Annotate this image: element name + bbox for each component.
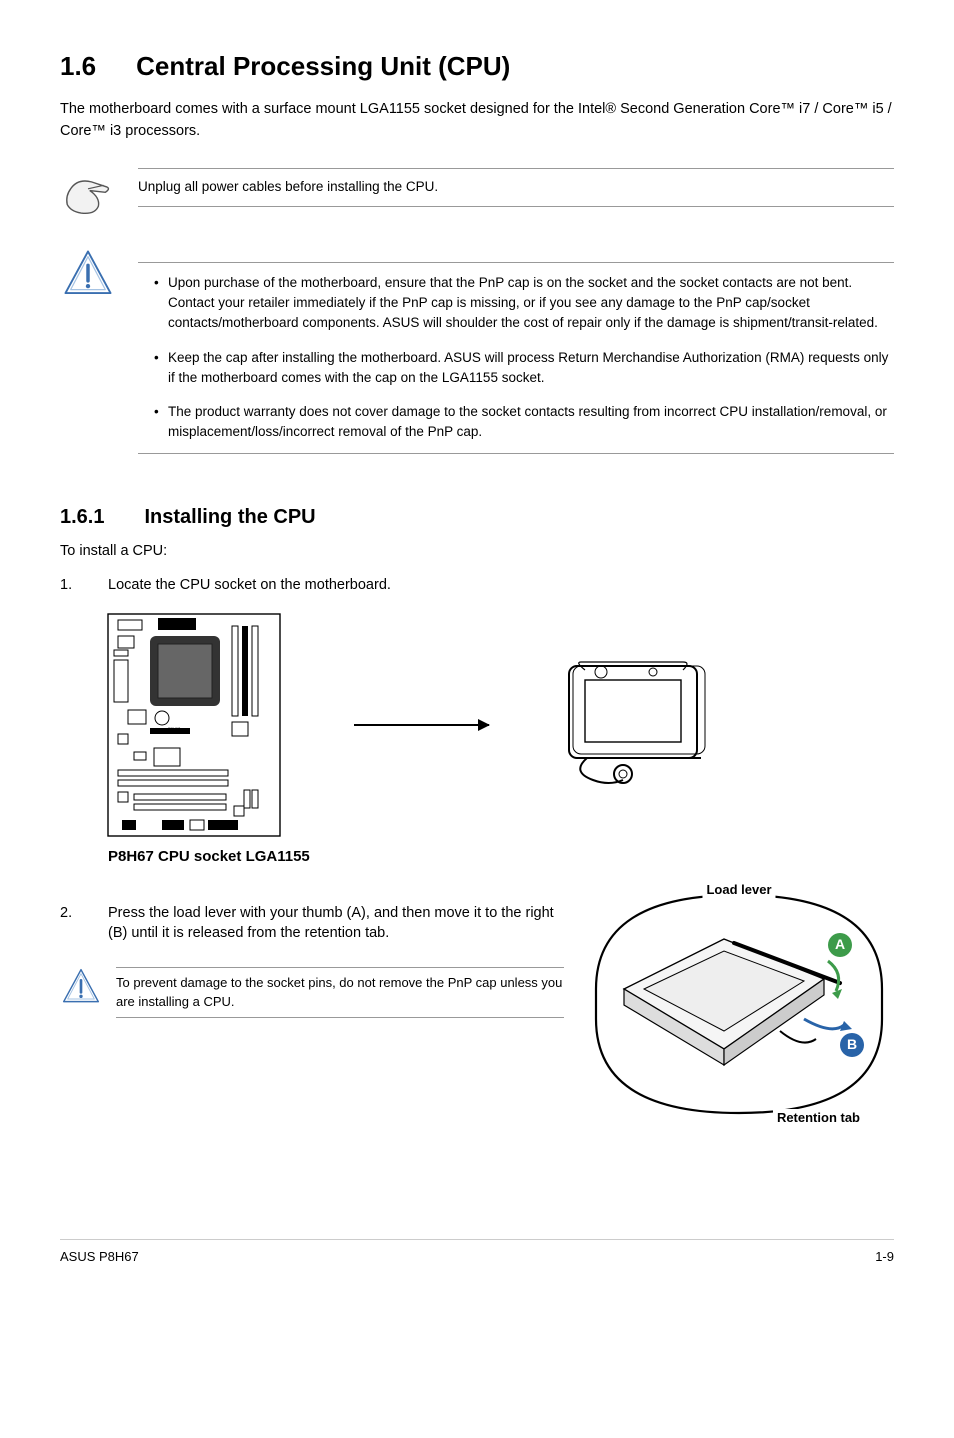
socket-zoom-icon (559, 660, 719, 790)
section-heading: 1.6 Central Processing Unit (CPU) (60, 48, 894, 84)
footer-right: 1-9 (875, 1248, 894, 1266)
badge-b: B (840, 1033, 864, 1057)
caution-item: The product warranty does not cover dama… (154, 402, 894, 443)
tip-text: Unplug all power cables before installin… (138, 168, 894, 206)
inline-caution-text: To prevent damage to the socket pins, do… (116, 967, 564, 1017)
motherboard-diagram-icon: P8H67 (104, 610, 284, 840)
caution-list: Upon purchase of the motherboard, ensure… (138, 262, 894, 454)
step-text: Press the load lever with your thumb (A)… (108, 903, 564, 944)
figure-caption: P8H67 CPU socket LGA1155 (108, 846, 894, 867)
subsection-heading: 1.6.1 Installing the CPU (60, 503, 894, 531)
caution-item: Upon purchase of the motherboard, ensure… (154, 273, 894, 334)
step-number: 1. (60, 575, 80, 595)
hand-icon (60, 168, 116, 220)
figure-socket: P8H67 (104, 610, 894, 867)
intro-paragraph: The motherboard comes with a surface mou… (60, 99, 894, 143)
arrow-icon (354, 724, 489, 726)
badge-a: A (828, 933, 852, 957)
section-title: Central Processing Unit (CPU) (136, 48, 510, 84)
section-number: 1.6 (60, 48, 96, 84)
retention-tab-label: Retention tab (773, 1109, 864, 1127)
footer-left: ASUS P8H67 (60, 1248, 139, 1266)
subsection-title: Installing the CPU (144, 503, 315, 531)
caution-icon (60, 967, 102, 1007)
caution-note: Upon purchase of the motherboard, ensure… (60, 248, 894, 467)
step-number: 2. (60, 903, 80, 944)
load-lever-label: Load lever (702, 881, 775, 899)
inline-caution: To prevent damage to the socket pins, do… (60, 967, 564, 1017)
load-lever-diagram-icon (604, 919, 864, 1089)
page-footer: ASUS P8H67 1-9 (60, 1239, 894, 1266)
step-2: 2. Press the load lever with your thumb … (60, 903, 564, 944)
step-text: Locate the CPU socket on the motherboard… (108, 575, 391, 595)
step-1: 1. Locate the CPU socket on the motherbo… (60, 575, 894, 595)
caution-icon (60, 248, 116, 300)
subsection-number: 1.6.1 (60, 503, 104, 531)
tip-note: Unplug all power cables before installin… (60, 168, 894, 220)
caution-item: Keep the cap after installing the mother… (154, 348, 894, 389)
load-lever-callout: Load lever Retention tab A B (584, 889, 894, 1119)
install-intro: To install a CPU: (60, 541, 894, 561)
